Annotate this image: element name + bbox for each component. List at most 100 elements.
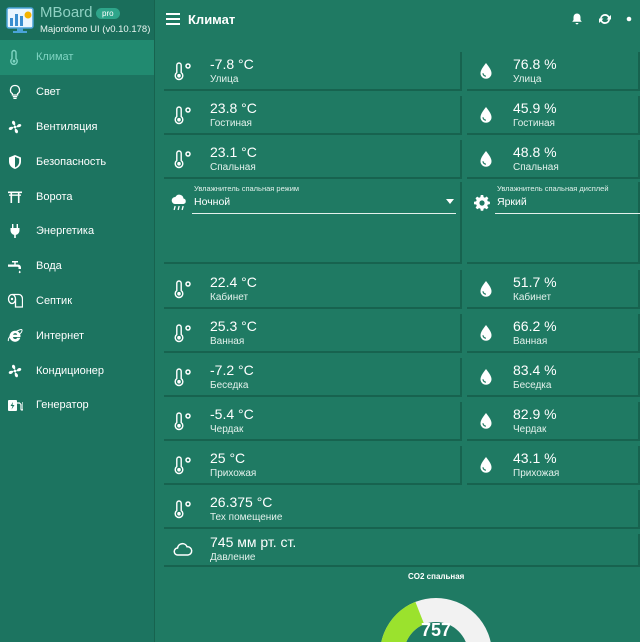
temperature-label: Беседка: [210, 380, 249, 391]
sidebar-item-internet[interactable]: Интернет: [0, 318, 154, 353]
temperature-value: -7.8 °C: [210, 56, 254, 72]
humidity-card: 83.4 % Беседка: [467, 358, 640, 397]
temperature-card: 25.3 °C Ванная: [164, 314, 462, 353]
top-bar: Климат: [155, 0, 640, 38]
sidebar-item-label: Кондиционер: [36, 364, 105, 377]
sidebar-item-label: Энергетика: [36, 225, 95, 238]
humidity-label: Беседка: [513, 380, 552, 391]
internet-explorer-icon: [6, 327, 24, 345]
temperature-label: Прихожая: [210, 468, 257, 479]
humidity-label: Прихожая: [513, 468, 560, 479]
brand: MBoard pro Majordomo UI (v0.10.178): [0, 0, 154, 40]
sidebar-item-security[interactable]: Безопасность: [0, 144, 154, 179]
temperature-value: -5.4 °C: [210, 406, 254, 422]
thermometer-celsius-icon: [172, 148, 194, 170]
pressure-card: 745 мм рт. ст. Давление: [164, 534, 640, 567]
temperature-label: Улица: [210, 74, 239, 85]
temperature-card: 23.8 °C Гостиная: [164, 96, 462, 135]
sidebar-item-conditioner[interactable]: Кондиционер: [0, 353, 154, 388]
humidity-card: 48.8 % Спальная: [467, 140, 640, 179]
toilet-paper-icon: [6, 292, 24, 310]
humidity-label: Ванная: [513, 336, 548, 347]
thermometer-icon: [6, 48, 24, 66]
temperature-value: 25 °C: [210, 450, 246, 466]
sidebar-item-water[interactable]: Вода: [0, 249, 154, 284]
sidebar-item-light[interactable]: Свет: [0, 75, 154, 110]
sidebar-item-climate[interactable]: Климат: [0, 40, 154, 75]
thermometer-celsius-icon: [172, 278, 194, 300]
gear-icon: [473, 194, 491, 212]
sidebar-item-label: Интернет: [36, 329, 84, 342]
bell-icon[interactable]: [570, 12, 584, 26]
temperature-card: -7.8 °C Улица: [164, 52, 462, 91]
sidebar-item-label: Вентиляция: [36, 120, 98, 133]
header-actions: [556, 0, 640, 38]
brand-subtitle: Majordomo UI (v0.10.178): [40, 24, 151, 35]
sidebar-item-septic[interactable]: Септик: [0, 284, 154, 319]
humidity-label: Гостиная: [513, 118, 555, 129]
shield-icon: [6, 153, 24, 171]
select-underline: [192, 213, 456, 214]
humidity-value: 76.8 %: [513, 56, 557, 72]
select-label: Увлажнитель спальная дисплей: [497, 184, 609, 193]
temperature-label: Кабинет: [210, 292, 249, 303]
pressure-value: 745 мм рт. ст.: [210, 534, 297, 550]
sidebar-item-label: Безопасность: [36, 155, 107, 168]
temperature-value: 23.1 °C: [210, 144, 257, 160]
temperature-card: -7.2 °C Беседка: [164, 358, 462, 397]
humidifier-display-card: Увлажнитель спальная дисплей Яркий: [467, 182, 640, 264]
brand-title: MBoard: [40, 4, 93, 21]
refresh-icon[interactable]: [598, 12, 612, 26]
humidity-value: 51.7 %: [513, 274, 557, 290]
humidity-value: 66.2 %: [513, 318, 557, 334]
sidebar-item-label: Генератор: [36, 399, 89, 412]
temperature-label: Гостиная: [210, 118, 252, 129]
pro-badge: pro: [96, 8, 120, 19]
page-title: Климат: [188, 11, 236, 27]
temperature-label: Чердак: [210, 424, 244, 435]
water-drop-icon: [475, 322, 497, 344]
chevron-down-icon[interactable]: [446, 199, 454, 204]
humidity-card: 51.7 % Кабинет: [467, 270, 640, 309]
sidebar-item-energy[interactable]: Энергетика: [0, 214, 154, 249]
humidity-label: Улица: [513, 74, 542, 85]
humidity-value: 82.9 %: [513, 406, 557, 422]
generator-icon: [6, 396, 24, 414]
thermometer-celsius-icon: [172, 410, 194, 432]
humidity-card: 43.1 % Прихожая: [467, 446, 640, 485]
humidity-card: 66.2 % Ванная: [467, 314, 640, 353]
select-label: Увлажнитель спальная режим: [194, 184, 300, 193]
humidity-label: Чердак: [513, 424, 547, 435]
humidifier-display-select[interactable]: Яркий: [497, 196, 527, 208]
humidity-card: 76.8 % Улица: [467, 52, 640, 91]
water-drop-icon: [475, 148, 497, 170]
temperature-card: 22.4 °C Кабинет: [164, 270, 462, 309]
temperature-value: -7.2 °C: [210, 362, 254, 378]
humidity-label: Спальная: [513, 162, 559, 173]
humidity-label: Кабинет: [513, 292, 552, 303]
cloud-icon: [172, 539, 194, 561]
sidebar-item-ventilation[interactable]: Вентиляция: [0, 110, 154, 145]
sidebar-item-generator[interactable]: Генератор: [0, 388, 154, 423]
temperature-value: 22.4 °C: [210, 274, 257, 290]
temperature-card: 25 °C Прихожая: [164, 446, 462, 485]
faucet-icon: [6, 257, 24, 275]
sidebar-item-label: Климат: [36, 51, 74, 64]
dashboard-logo-icon: [6, 7, 34, 33]
gate-icon: [6, 188, 24, 206]
thermometer-celsius-icon: [172, 366, 194, 388]
thermometer-celsius-icon: [172, 60, 194, 82]
thermometer-celsius-icon: [172, 498, 194, 520]
pressure-label: Давление: [210, 552, 256, 563]
temperature-label: Спальная: [210, 162, 256, 173]
more-icon[interactable]: [626, 12, 640, 26]
water-drop-icon: [475, 60, 497, 82]
humidifier-mode-select[interactable]: Ночной: [194, 196, 230, 208]
water-drop-icon: [475, 278, 497, 300]
temperature-value: 26.375 °C: [210, 494, 273, 510]
sidebar-item-gates[interactable]: Ворота: [0, 179, 154, 214]
water-drop-icon: [475, 454, 497, 476]
menu-icon[interactable]: [166, 13, 180, 25]
temperature-card: 23.1 °C Спальная: [164, 140, 462, 179]
sidebar-item-label: Ворота: [36, 190, 73, 203]
